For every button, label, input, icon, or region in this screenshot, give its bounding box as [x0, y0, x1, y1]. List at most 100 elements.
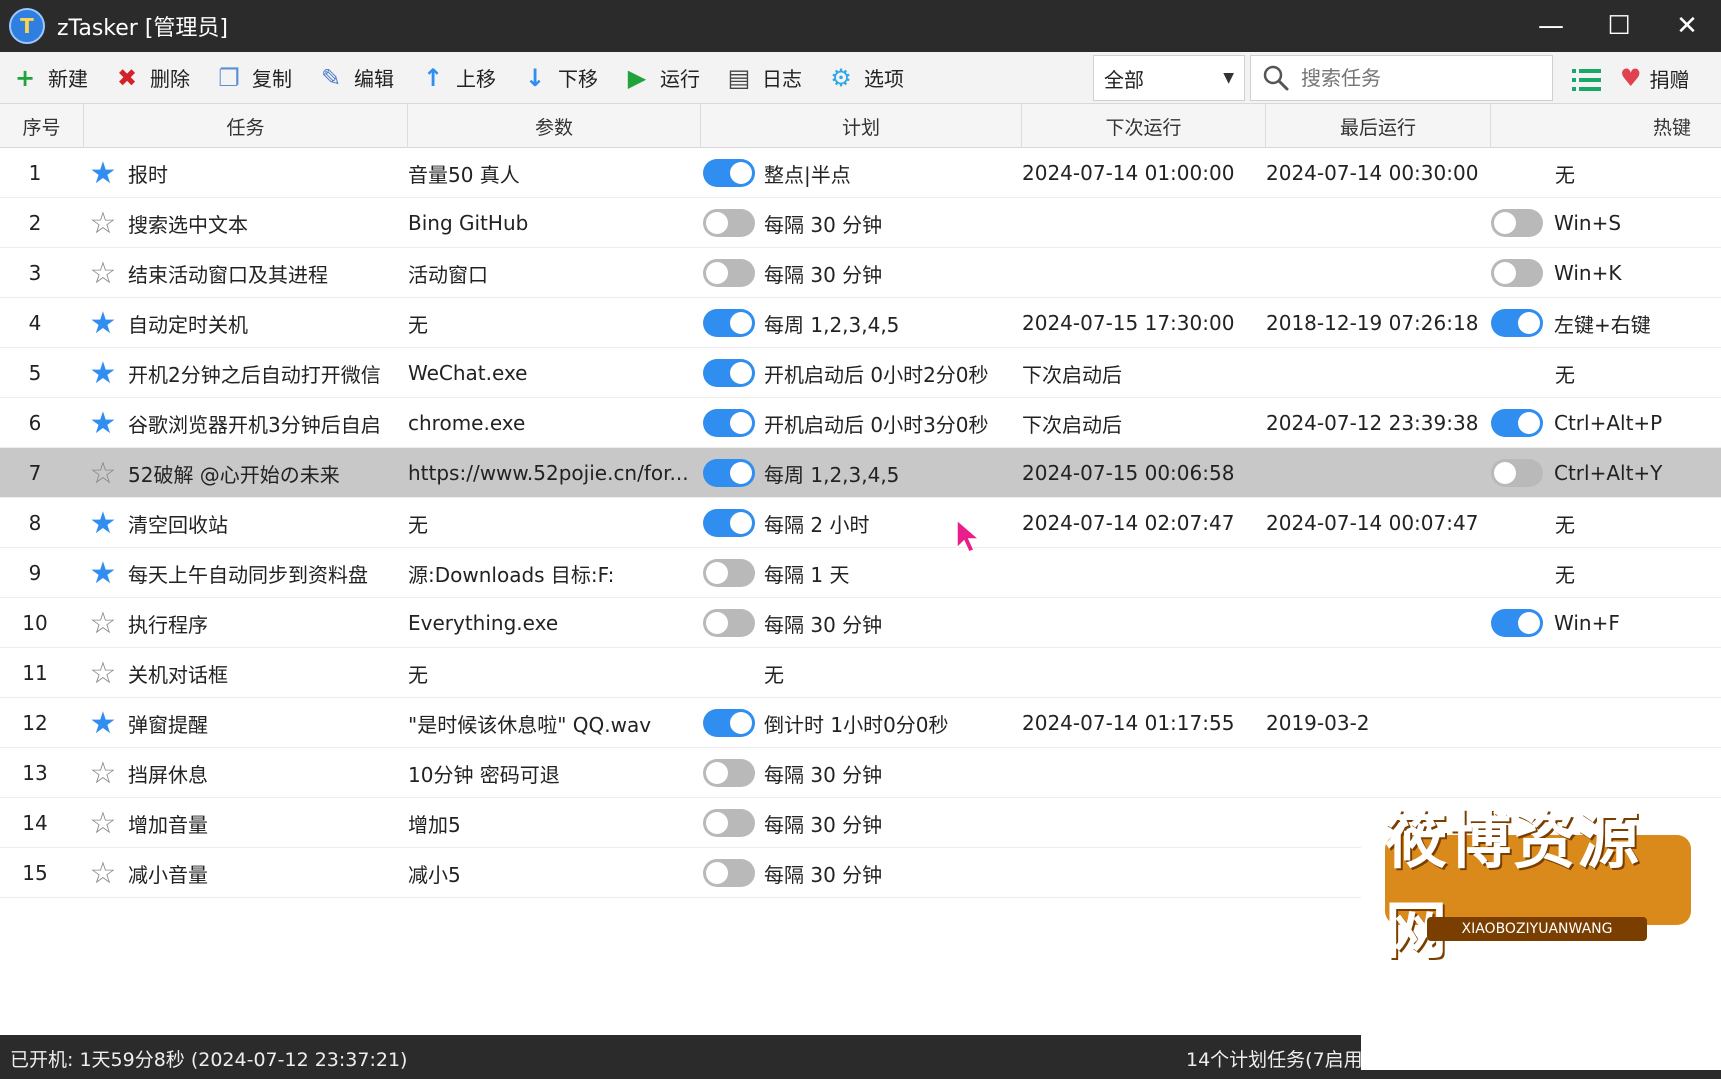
toolbar-button-gear[interactable]: ⚙ 选项	[816, 52, 918, 104]
hotkey: 无	[1555, 362, 1575, 387]
star-outline-icon[interactable]: ☆	[86, 198, 120, 248]
minimize-button[interactable]: —	[1517, 0, 1585, 52]
donate-button[interactable]: ♥ 捐赠	[1620, 52, 1690, 104]
table-row[interactable]: 12 ★ 弹窗提醒 "是时候该休息啦" QQ.wav 倒计时 1小时0分0秒 2024-0…	[0, 698, 1721, 748]
table-row[interactable]: 2 ☆ 搜索选中文本 Bing GitHub 每隔 30 分钟 Win+S	[0, 198, 1721, 248]
plan-toggle[interactable]	[703, 709, 755, 737]
row-number: 14	[22, 811, 48, 835]
plan-toggle[interactable]	[703, 509, 755, 537]
star-filled-icon[interactable]: ★	[86, 548, 120, 598]
toggle-knob	[706, 562, 728, 584]
hotkey-toggle[interactable]	[1491, 309, 1543, 337]
maximize-button[interactable]: ☐	[1585, 0, 1653, 52]
plan-toggle-cell	[703, 548, 757, 598]
star-outline-icon[interactable]: ☆	[86, 798, 120, 848]
table-row[interactable]: 8 ★ 清空回收站无每隔 2 小时 2024-07-14 02:07:47 2024-0…	[0, 498, 1721, 548]
column-header-next-run[interactable]: 下次运行	[1022, 104, 1266, 148]
toolbar-button-label: 新建	[48, 67, 88, 91]
star-outline-icon[interactable]: ☆	[86, 598, 120, 648]
filter-dropdown[interactable]: 全部 ▼	[1093, 55, 1245, 101]
task-name: 清空回收站	[128, 512, 228, 537]
plan-toggle[interactable]	[703, 459, 755, 487]
table-row[interactable]: 6 ★ 谷歌浏览器开机3分钟后自启 chrome.exe 开机启动后 0小时3分0秒 下次…	[0, 398, 1721, 448]
plan-toggle[interactable]	[703, 409, 755, 437]
plan-toggle[interactable]	[703, 359, 755, 387]
toolbar-button-log[interactable]: ▤ 日志	[714, 52, 816, 104]
hotkey-toggle[interactable]	[1491, 259, 1543, 287]
hotkey-toggle[interactable]	[1491, 409, 1543, 437]
star-outline-icon[interactable]: ☆	[86, 748, 120, 798]
plan-toggle[interactable]	[703, 809, 755, 837]
table-row[interactable]: 4 ★ 自动定时关机 无 每周 1,2,3,4,5 2024-07-15 17:30:00…	[0, 298, 1721, 348]
plan-toggle[interactable]	[703, 559, 755, 587]
toolbar-button-edit[interactable]: ✎ 编辑	[306, 52, 408, 104]
star-filled-icon[interactable]: ★	[86, 348, 120, 398]
star-outline-icon[interactable]: ☆	[86, 648, 120, 698]
column-header-num[interactable]: 序号	[0, 104, 84, 148]
plan-toggle[interactable]	[703, 609, 755, 637]
plan-toggle[interactable]	[703, 259, 755, 287]
task-name: 52破解 @心开始の未来	[128, 462, 340, 487]
toolbar-button-delete[interactable]: ✖ 删除	[102, 52, 204, 104]
plan-toggle[interactable]	[703, 759, 755, 787]
column-header-plan[interactable]: 计划	[701, 104, 1022, 148]
star-filled-icon[interactable]: ★	[86, 148, 120, 198]
next-run: 2024-07-14 01:17:55	[1022, 711, 1235, 735]
star-outline-icon[interactable]: ☆	[86, 848, 120, 898]
hotkey: 左键+右键	[1554, 312, 1651, 337]
column-header-hotkey[interactable]: 热键	[1491, 104, 1721, 148]
table-row[interactable]: 11 ☆ 关机对话框 无 无	[0, 648, 1721, 698]
task-name: 谷歌浏览器开机3分钟后自启	[128, 412, 381, 437]
toggle-knob	[730, 312, 752, 334]
table-row[interactable]: 3 ☆ 结束活动窗口及其进程 活动窗口 每隔 30 分钟 Win+K	[0, 248, 1721, 298]
hotkey-toggle[interactable]	[1491, 459, 1543, 487]
list-view-icon	[1572, 69, 1601, 91]
last-run: 2024-07-14 00:07:47	[1266, 511, 1479, 535]
task-param: 10分钟 密码可退	[408, 762, 560, 787]
toolbar-button-arrow-up[interactable]: ↑ 上移	[408, 52, 510, 104]
column-header-last-run[interactable]: 最后运行	[1266, 104, 1491, 148]
task-plan: 每隔 30 分钟	[764, 612, 883, 637]
search-input[interactable]	[1301, 66, 1541, 90]
table-row[interactable]: 10 ☆ 执行程序 Everything.exe 每隔 30 分钟 Win+F	[0, 598, 1721, 648]
hotkey: 无	[1555, 512, 1575, 537]
column-header-param[interactable]: 参数	[408, 104, 701, 148]
star-outline-icon[interactable]: ☆	[86, 248, 120, 298]
star-outline-icon[interactable]: ☆	[86, 448, 120, 498]
close-button[interactable]: ✕	[1653, 0, 1721, 52]
search-box[interactable]	[1250, 55, 1553, 101]
task-param: Everything.exe	[408, 611, 559, 635]
toggle-knob	[706, 212, 728, 234]
star-filled-icon[interactable]: ★	[86, 398, 120, 448]
table-row[interactable]: 7 ☆ 52破解 @心开始の未来 https://www.52pojie.cn/for…	[0, 448, 1721, 498]
task-param: chrome.exe	[408, 411, 526, 435]
star-filled-icon[interactable]: ★	[86, 498, 120, 548]
toolbar-button-label: 上移	[456, 67, 496, 91]
star-filled-icon[interactable]: ★	[86, 298, 120, 348]
toolbar-button-copy[interactable]: ❐ 复制	[204, 52, 306, 104]
task-plan: 无	[764, 662, 784, 687]
next-run: 2024-07-15 00:06:58	[1022, 461, 1235, 485]
last-run	[1266, 448, 1492, 498]
list-view-button[interactable]	[1567, 60, 1607, 100]
hotkey-toggle[interactable]	[1491, 209, 1543, 237]
plan-toggle[interactable]	[703, 309, 755, 337]
column-header-task[interactable]: 任务	[84, 104, 408, 148]
table-row[interactable]: 9 ★ 每天上午自动同步到资料盘 源:Downloads 目标:F: 每隔 1 天 无	[0, 548, 1721, 598]
star-filled-icon[interactable]: ★	[86, 698, 120, 748]
table-row[interactable]: 5 ★ 开机2分钟之后自动打开微信 WeChat.exe 开机启动后 0小时2分0秒 下次…	[0, 348, 1721, 398]
toolbar-button-arrow-down[interactable]: ↓ 下移	[510, 52, 612, 104]
next-run: 2024-07-14 01:00:00	[1022, 161, 1235, 185]
plan-toggle[interactable]	[703, 859, 755, 887]
row-number: 8	[28, 511, 42, 535]
toolbar-button-play[interactable]: ▶ 运行	[612, 52, 714, 104]
heart-icon: ♥	[1620, 64, 1642, 92]
plan-toggle[interactable]	[703, 159, 755, 187]
plan-toggle[interactable]	[703, 209, 755, 237]
plan-toggle-cell	[703, 448, 757, 498]
toolbar-button-plus[interactable]: + 新建	[0, 52, 102, 104]
task-plan: 每隔 30 分钟	[764, 212, 883, 237]
row-number: 10	[22, 611, 48, 635]
hotkey-toggle[interactable]	[1491, 609, 1543, 637]
table-row[interactable]: 1 ★ 报时 音量50 真人 整点|半点 2024-07-14 01:00:00 2024-…	[0, 148, 1721, 198]
